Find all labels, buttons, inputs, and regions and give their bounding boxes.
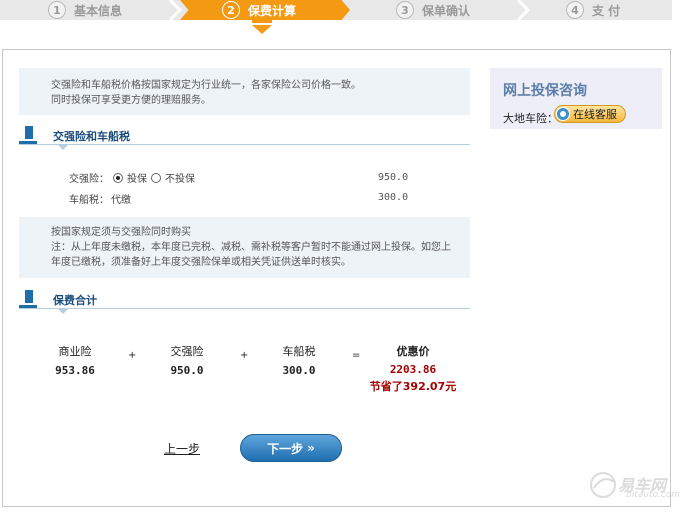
step-label-2: 保费计算 xyxy=(248,3,297,18)
ccs-total: 车船税 300.0 xyxy=(272,343,326,377)
ccs-value: 代缴 xyxy=(111,195,131,206)
step-progress-bar: 1 基本信息 2 保费计算 3 保单确认 4 支 付 xyxy=(0,0,672,20)
section-title: 交强险和车船税 xyxy=(53,130,130,143)
jqx-row: 交强险： 投保 不投保 xyxy=(69,170,195,185)
watermark-subtext: bitauto.com xyxy=(626,490,681,500)
discount-total: 优惠价 2203.86 节省了392.07元 xyxy=(358,343,468,394)
radio-insure-label[interactable]: 投保 xyxy=(127,170,147,185)
commercial-insurance-total: 商业险 953.86 xyxy=(48,343,102,377)
notice-line: 年度已缴税，须准备好上年度交强险保单或相关凭证供送单时核实。 xyxy=(51,257,351,268)
prev-step-link[interactable]: 上一步 xyxy=(164,440,200,457)
commercial-label: 商业险 xyxy=(58,345,92,358)
step-payment: 4 支 付 xyxy=(566,0,620,20)
notice-line: 按国家规定须与交强险同时购买 xyxy=(51,227,191,238)
consult-sidebar: 网上投保咨询 大地车险： 在线客服 xyxy=(490,68,662,129)
online-service-label: 在线客服 xyxy=(573,108,617,121)
section-header-tax: 交强险和车船税 xyxy=(19,124,470,150)
next-step-button[interactable]: 下一步 » xyxy=(240,434,342,462)
rule-notice-box: 按国家规定须与交强险同时购买 注：从上年度未缴税，本年度已完税、减税、需补税等客… xyxy=(19,217,470,278)
radio-insure[interactable] xyxy=(113,172,123,183)
plus-sign: + xyxy=(128,350,137,361)
ccs-total-value: 300.0 xyxy=(282,364,316,377)
step-separator xyxy=(516,0,530,20)
radio-no-insure[interactable] xyxy=(151,172,161,183)
jqx-total-value: 950.0 xyxy=(170,364,204,377)
notice-line: 交强险和车船税价格按国家规定为行业统一，各家保险公司价格一致。 xyxy=(51,80,361,91)
step-number-4: 4 xyxy=(566,1,584,19)
jqx-label: 交强险： xyxy=(69,174,109,185)
ccs-label: 车船税： xyxy=(69,195,109,206)
step-label-3: 保单确认 xyxy=(422,3,471,18)
jqx-total: 交强险 950.0 xyxy=(160,343,214,377)
watermark-logo: 易车网 bitauto.com xyxy=(588,470,688,504)
active-step-arrow-icon xyxy=(250,20,274,36)
radio-no-insure-label[interactable]: 不投保 xyxy=(165,170,195,185)
notice-line: 同时投保可享受更方便的理赔服务。 xyxy=(51,95,211,106)
price-notice-box: 交强险和车船税价格按国家规定为行业统一，各家保险公司价格一致。 同时投保可享受更… xyxy=(19,68,470,115)
ccs-amount: 300.0 xyxy=(378,192,409,203)
discount-label: 优惠价 xyxy=(396,345,430,358)
step-policy-confirm: 3 保单确认 xyxy=(396,0,470,20)
notice-line: 注：从上年度未缴税，本年度已完税、减税、需补税等客户暂时不能通过网上投保。如您上 xyxy=(51,242,451,253)
step-separator xyxy=(168,0,182,20)
savings-text: 节省了392.07元 xyxy=(369,380,457,393)
double-chevron-right-icon: » xyxy=(307,441,315,455)
online-service-button[interactable]: 在线客服 xyxy=(554,105,626,123)
jqx-total-label: 交强险 xyxy=(170,345,204,358)
step-label-1: 基本信息 xyxy=(74,3,123,18)
jqx-amount: 950.0 xyxy=(378,172,409,183)
sidebar-title: 网上投保咨询 xyxy=(503,83,587,99)
sidebar-label: 大地车险： xyxy=(503,112,558,125)
plus-sign: + xyxy=(240,350,249,361)
step-label-4: 支 付 xyxy=(592,3,621,18)
step-number-1: 1 xyxy=(48,1,66,19)
step-number-2: 2 xyxy=(222,1,240,19)
step-premium-calculation: 2 保费计算 xyxy=(180,0,350,20)
section-marker-icon xyxy=(25,290,33,303)
step-basic-info: 1 基本信息 xyxy=(48,0,122,20)
ccs-total-label: 车船税 xyxy=(282,345,316,358)
commercial-value: 953.86 xyxy=(55,364,95,377)
ccs-row: 车船税： 代缴 xyxy=(69,191,131,206)
customer-service-icon xyxy=(556,107,570,121)
step-number-3: 3 xyxy=(396,1,414,19)
section-title: 保费合计 xyxy=(53,294,97,307)
discount-value: 2203.86 xyxy=(389,363,437,376)
next-step-label: 下一步 xyxy=(267,441,304,456)
section-header-total: 保费合计 xyxy=(19,288,470,314)
section-marker-icon xyxy=(25,126,33,139)
